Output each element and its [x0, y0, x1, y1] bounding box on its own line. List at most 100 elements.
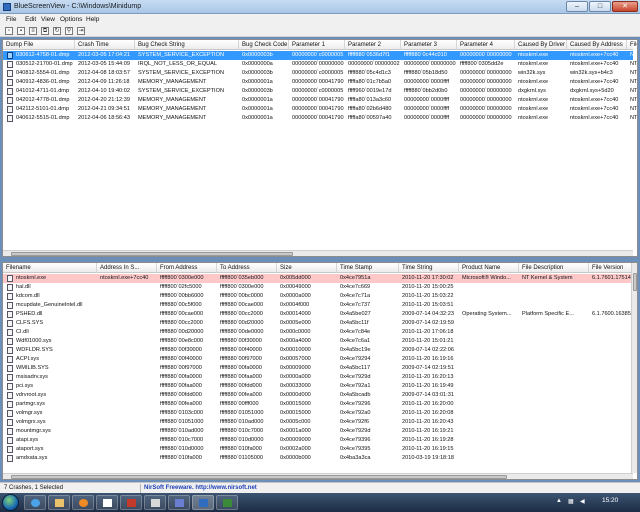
- column-to-address[interactable]: To Address: [217, 263, 277, 273]
- network-icon[interactable]: ▦: [568, 498, 574, 505]
- driver-row[interactable]: Wdf01000.sys fffff880`00e8c000 fffff880`…: [3, 337, 633, 346]
- column-bug-check-code[interactable]: Bug Check Code: [239, 40, 289, 50]
- column-bug-check-string[interactable]: Bug Check String: [135, 40, 239, 50]
- column-time-string[interactable]: Time String: [399, 263, 459, 273]
- driver-row[interactable]: volmgrx.sys fffff880`01051000 fffff880`0…: [3, 418, 633, 427]
- driver-row[interactable]: partmgr.sys fffff880`00fea000 fffff880`0…: [3, 400, 633, 409]
- nirsoft-link[interactable]: NirSoft Freeware. http://www.nirsoft.net: [144, 485, 257, 491]
- app-taskbar-icon[interactable]: [216, 495, 238, 510]
- scroll-thumb[interactable]: [633, 273, 637, 291]
- ie-taskbar-icon[interactable]: [24, 495, 46, 510]
- driver-row[interactable]: vdrvroot.sys fffff880`00fdd000 fffff880`…: [3, 391, 633, 400]
- volume-icon[interactable]: ◀: [580, 498, 585, 505]
- close-button[interactable]: ✕: [612, 1, 638, 12]
- bluescreenview-taskbar-icon[interactable]: [192, 495, 214, 510]
- driver-list-hscrollbar[interactable]: [3, 473, 633, 479]
- cell-parameter-1: 00000000`00041790: [292, 115, 344, 121]
- driver-row[interactable]: amdxata.sys fffff880`010fa000 fffff880`0…: [3, 454, 633, 463]
- crash-row[interactable]: 030612-4758-01.dmp 2012-03-05 17:04:21 S…: [3, 51, 637, 60]
- column-from-address[interactable]: From Address: [157, 263, 217, 273]
- status-bar: 7 Crashes, 1 Selected NirSoft Freeware. …: [0, 482, 640, 493]
- copy-icon[interactable]: ⧉: [41, 27, 49, 35]
- cell-address-in-stack: [97, 382, 157, 391]
- minimize-button[interactable]: –: [566, 1, 588, 12]
- crash-row[interactable]: 042012-4778-01.dmp 2012-04-20 21:12:39 M…: [3, 96, 637, 105]
- menu-view[interactable]: View: [41, 16, 55, 23]
- driver-row[interactable]: hal.dll fffff800`02fc5000 fffff800`0300e…: [3, 283, 633, 292]
- tray-arrow-icon[interactable]: ▲: [556, 498, 562, 504]
- column-address-in-stack[interactable]: Address In S...: [97, 263, 157, 273]
- crash-row[interactable]: 040912-4836-01.dmp 2012-04-09 11:26:18 M…: [3, 78, 637, 87]
- start-button[interactable]: [2, 494, 19, 511]
- crash-row[interactable]: 041012-4711-01.dmp 2012-04-10 19:40:02 S…: [3, 87, 637, 96]
- crash-list-hscrollbar[interactable]: [3, 250, 633, 256]
- column-crash-time[interactable]: Crash Time: [75, 40, 135, 50]
- driver-row[interactable]: ataport.sys fffff880`010d0000 fffff880`0…: [3, 445, 633, 454]
- column-parameter-4[interactable]: Parameter 4: [457, 40, 515, 50]
- explorer-taskbar-icon[interactable]: [48, 495, 70, 510]
- crash-row[interactable]: 040812-5554-01.dmp 2012-04-08 18:03:57 S…: [3, 69, 637, 78]
- cell-address-in-stack: [97, 391, 157, 400]
- column-parameter-3[interactable]: Parameter 3: [401, 40, 457, 50]
- driver-row[interactable]: ntoskrnl.exe ntoskrnl.exe+7cc40 fffff800…: [3, 274, 633, 283]
- column-parameter-1[interactable]: Parameter 1: [289, 40, 345, 50]
- driver-row[interactable]: WMILIB.SYS fffff880`00f97000 fffff880`00…: [3, 364, 633, 373]
- app-taskbar-icon[interactable]: [120, 495, 142, 510]
- find-icon[interactable]: ⚲: [65, 27, 73, 35]
- menu-options[interactable]: Options: [60, 16, 82, 23]
- cell-filename: amdxata.sys: [16, 455, 48, 461]
- taskbar-clock[interactable]: 15:20: [602, 497, 618, 504]
- cell-to-address: fffff880`00fea000: [220, 392, 262, 398]
- column-dump-file[interactable]: Dump File: [3, 40, 75, 50]
- cell-size: 0x0000b000: [280, 455, 311, 461]
- driver-row[interactable]: WDFLDR.SYS fffff880`00f30000 fffff880`00…: [3, 346, 633, 355]
- driver-row[interactable]: ACPI.sys fffff880`00f40000 fffff880`00f9…: [3, 355, 633, 364]
- driver-row[interactable]: CLFS.SYS fffff880`00cc2000 fffff880`00d2…: [3, 319, 633, 328]
- column-file[interactable]: File: [627, 40, 637, 50]
- column-product-name[interactable]: Product Name: [459, 263, 519, 273]
- cell-parameter-2: fffff880`05c4d1c3: [348, 70, 391, 76]
- crash-row[interactable]: 030512-21700-01.dmp 2012-03-05 15:44:09 …: [3, 60, 637, 69]
- cell-file-version: [589, 328, 633, 337]
- save-icon[interactable]: ▪: [17, 27, 25, 35]
- driver-row[interactable]: msisadrv.sys fffff880`00fa0000 fffff880`…: [3, 373, 633, 382]
- cell-file: NT: [630, 61, 638, 67]
- cell-from-address: fffff880`00fdd000: [160, 392, 202, 398]
- exit-icon[interactable]: ⇥: [77, 27, 85, 35]
- driver-row[interactable]: pci.sys fffff880`00faa000 fffff880`00fdd…: [3, 382, 633, 391]
- column-caused-by-address[interactable]: Caused By Address: [567, 40, 627, 50]
- cell-size: 0x0001a000: [280, 428, 311, 434]
- driver-row[interactable]: CI.dll fffff880`00d20000 fffff880`00de00…: [3, 328, 633, 337]
- column-parameter-2[interactable]: Parameter 2: [345, 40, 401, 50]
- crash-row[interactable]: 040612-5515-01.dmp 2012-04-06 18:56:43 M…: [3, 114, 637, 123]
- driver-row[interactable]: kdcom.dll fffff800`00bb6000 fffff800`00b…: [3, 292, 633, 301]
- driver-row[interactable]: mountmgr.sys fffff880`010ad000 fffff880`…: [3, 427, 633, 436]
- column-file-description[interactable]: File Description: [519, 263, 589, 273]
- menu-edit[interactable]: Edit: [25, 16, 36, 23]
- column-caused-by-driver[interactable]: Caused By Driver: [515, 40, 567, 50]
- crash-row[interactable]: 042112-5101-01.dmp 2012-04-21 09:34:51 M…: [3, 105, 637, 114]
- app-taskbar-icon[interactable]: [144, 495, 166, 510]
- maximize-button[interactable]: □: [589, 1, 611, 12]
- column-time-stamp[interactable]: Time Stamp: [337, 263, 399, 273]
- scroll-thumb[interactable]: [11, 252, 293, 256]
- cell-product-name: [459, 400, 519, 409]
- open-icon[interactable]: ▫: [5, 27, 13, 35]
- driver-row[interactable]: PSHED.dll fffff880`00cae000 fffff880`00c…: [3, 310, 633, 319]
- cell-time-string: 2010-11-20 16:20:00: [402, 401, 454, 407]
- column-size[interactable]: Size: [277, 263, 337, 273]
- driver-row[interactable]: volmgr.sys fffff880`0103c000 fffff880`01…: [3, 409, 633, 418]
- menu-file[interactable]: File: [6, 16, 16, 23]
- column-filename[interactable]: Filename: [3, 263, 97, 273]
- app-taskbar-icon[interactable]: [96, 495, 118, 510]
- driver-row[interactable]: atapi.sys fffff880`010c7000 fffff880`010…: [3, 436, 633, 445]
- app-taskbar-icon[interactable]: [168, 495, 190, 510]
- media-player-taskbar-icon[interactable]: [72, 495, 94, 510]
- driver-row[interactable]: mcupdate_GenuineIntel.dll fffff880`00c5f…: [3, 301, 633, 310]
- scroll-thumb[interactable]: [11, 475, 507, 479]
- menu-help[interactable]: Help: [86, 16, 99, 23]
- properties-icon[interactable]: ≡: [29, 27, 37, 35]
- column-file-version[interactable]: File Version: [589, 263, 633, 273]
- driver-list-vscrollbar[interactable]: [631, 263, 637, 473]
- refresh-icon[interactable]: ↻: [53, 27, 61, 35]
